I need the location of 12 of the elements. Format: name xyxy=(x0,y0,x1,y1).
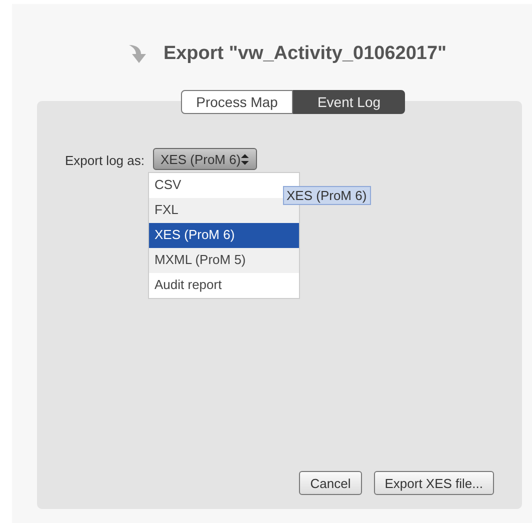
field-label: Export log as: xyxy=(65,153,144,168)
dialog-button[interactable]: Cancel xyxy=(299,471,362,495)
sort-arrows-icon xyxy=(240,154,248,164)
dialog-title: Export "vw_Activity_01062017" xyxy=(163,43,447,65)
dropdown-option[interactable]: MXML (ProM 5) xyxy=(148,248,298,273)
tab[interactable]: Process Map xyxy=(181,90,293,114)
dropdown-option[interactable]: Audit report xyxy=(148,273,298,298)
tab[interactable]: Event Log xyxy=(293,90,405,114)
dialog-button[interactable]: Export XES file... xyxy=(374,471,494,495)
tooltip: XES (ProM 6) xyxy=(282,186,371,205)
dropdown-option[interactable]: XES (ProM 6) xyxy=(148,223,298,248)
format-dropdown[interactable]: XES (ProM 6) xyxy=(152,148,256,170)
